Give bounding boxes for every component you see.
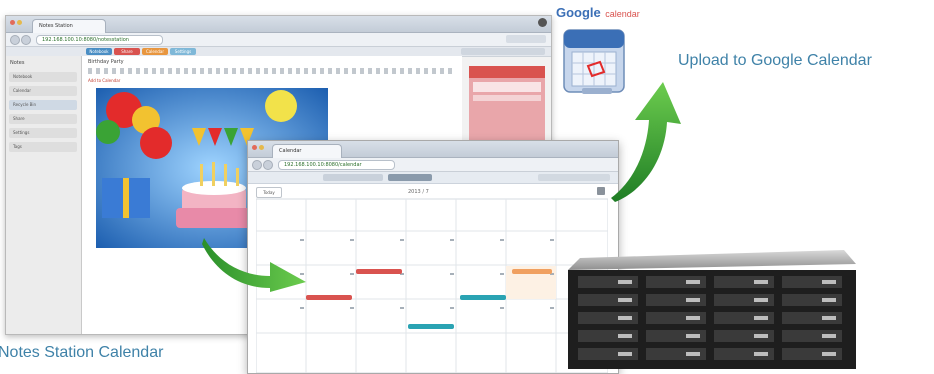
notes-url-bar: 192.168.100.10:8080/notesstation xyxy=(6,33,551,47)
calendar-event[interactable] xyxy=(512,269,552,274)
forward-button-icon[interactable] xyxy=(263,160,273,170)
notes-tab-title: Notes Station xyxy=(39,23,73,29)
calendar-event[interactable] xyxy=(408,324,454,329)
calendar-event[interactable] xyxy=(460,295,506,300)
back-button-icon[interactable] xyxy=(252,160,262,170)
formatting-toolbar[interactable] xyxy=(88,68,456,74)
sidebar-title: Notes xyxy=(10,60,25,66)
upload-caption: Upload to Google Calendar xyxy=(678,52,872,69)
page: { "notes_window": { "tab_title": "Notes … xyxy=(0,0,934,374)
sidebar-item-settings[interactable]: Settings xyxy=(9,128,77,138)
sticky-note-item[interactable] xyxy=(473,95,541,101)
sticky-header xyxy=(469,66,545,78)
nas-server-icon xyxy=(568,250,856,369)
toolbar-tab-calendar[interactable]: Calendar xyxy=(142,48,168,55)
arrow-curved-right-icon xyxy=(202,238,306,292)
calendar-view-tab[interactable] xyxy=(323,174,383,181)
google-product-text: calendar xyxy=(605,9,640,19)
calendar-url-bar: 192.168.100.10:8080/calendar xyxy=(248,158,618,172)
minimize-window-icon[interactable] xyxy=(259,145,264,150)
forward-button-icon[interactable] xyxy=(21,35,31,45)
sidebar-item-tags[interactable]: Tags xyxy=(9,142,77,152)
calendar-app-toolbar xyxy=(248,172,618,184)
minimize-window-icon[interactable] xyxy=(17,20,22,25)
calendar-url-field[interactable]: 192.168.100.10:8080/calendar xyxy=(278,160,395,170)
calendar-event[interactable] xyxy=(306,295,352,300)
toolbar-tab-settings[interactable]: Settings xyxy=(170,48,196,55)
calendar-event[interactable] xyxy=(356,269,402,274)
sidebar-item-recycle-bin[interactable]: Recycle Bin xyxy=(9,100,77,110)
google-calendar-logo: Google calendar xyxy=(556,4,640,22)
back-button-icon[interactable] xyxy=(10,35,20,45)
toolbar-tab-share[interactable]: Share xyxy=(114,48,140,55)
search-box[interactable] xyxy=(461,48,545,55)
browser-menu-icon[interactable] xyxy=(506,35,546,43)
close-window-icon[interactable] xyxy=(252,145,257,150)
notes-url-field[interactable]: 192.168.100.10:8080/notesstation xyxy=(36,35,163,45)
calendar-view-tab-active[interactable] xyxy=(388,174,432,181)
google-brand-text: Google xyxy=(556,5,601,20)
add-to-calendar-link[interactable]: Add to Calendar xyxy=(88,78,120,83)
toolbar-tab-notebook[interactable]: Notebook xyxy=(86,48,112,55)
notes-caption: Notes Station Calendar xyxy=(0,344,164,361)
calendar-tab-bar: Calendar xyxy=(248,141,618,158)
notes-sidebar: Notes Notebook Calendar Recycle Bin Shar… xyxy=(6,56,82,334)
note-title[interactable]: Birthday Party xyxy=(88,59,124,65)
sticky-note-item[interactable] xyxy=(473,82,541,92)
notes-browser-tab[interactable]: Notes Station xyxy=(32,19,106,33)
sidebar-item-calendar[interactable]: Calendar xyxy=(9,86,77,96)
calendar-search-box[interactable] xyxy=(538,174,610,181)
calendar-tab-title: Calendar xyxy=(279,148,302,154)
arrow-curved-up-icon xyxy=(611,82,681,202)
user-avatar-icon[interactable] xyxy=(538,18,547,27)
notes-tab-bar: Notes Station xyxy=(6,16,551,33)
close-window-icon[interactable] xyxy=(10,20,15,25)
calendar-browser-tab[interactable]: Calendar xyxy=(272,144,342,158)
sidebar-item-notebook[interactable]: Notebook xyxy=(9,72,77,82)
sidebar-item-share[interactable]: Share xyxy=(9,114,77,124)
